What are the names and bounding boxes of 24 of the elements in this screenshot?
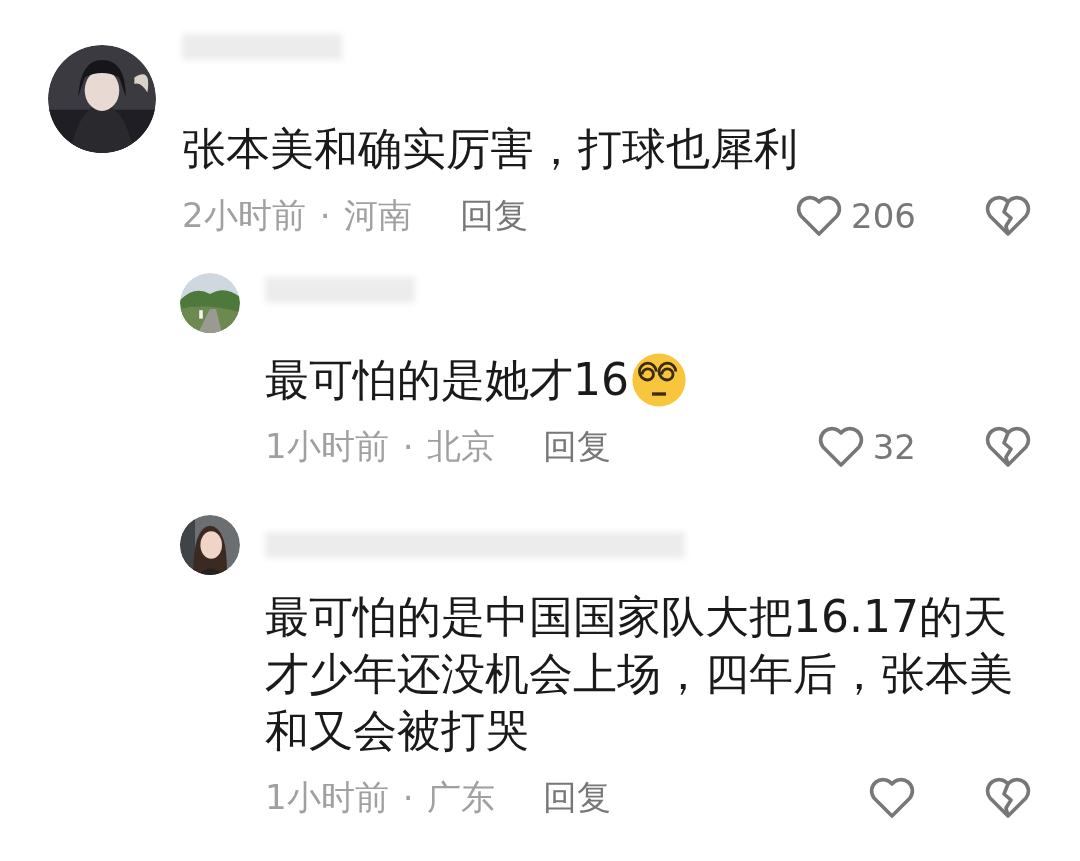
reply-link[interactable]: 回复 <box>543 424 612 470</box>
comment-time: 1小时前 <box>265 776 389 819</box>
separator-dot: · <box>402 427 414 467</box>
comment-location: 河南 <box>344 194 413 237</box>
reply-link[interactable]: 回复 <box>543 775 612 821</box>
comment-text: 最可怕的是她才16 <box>265 353 629 407</box>
broken-heart-icon[interactable] <box>984 776 1032 820</box>
heart-icon <box>868 776 916 820</box>
separator-dot: · <box>319 196 331 236</box>
separator-dot: · <box>402 778 414 818</box>
comment-text: 张本美和确实厉害，打球也犀利 <box>182 122 798 176</box>
like-button[interactable] <box>868 776 916 820</box>
comment-location: 北京 <box>427 425 496 468</box>
comment-time: 2小时前 <box>182 194 306 237</box>
heart-icon <box>795 194 844 238</box>
heart-icon <box>816 425 865 469</box>
broken-heart-icon[interactable] <box>984 194 1032 238</box>
like-button[interactable]: 206 <box>795 194 916 238</box>
reply-link[interactable]: 回复 <box>460 193 529 239</box>
comment-text: 最可怕的是中国国家队大把16.17的天才少年还没机会上场，四年后，张本美和又会被打哭 <box>265 590 1014 758</box>
like-button[interactable]: 32 <box>816 425 916 469</box>
broken-heart-icon[interactable] <box>984 425 1032 469</box>
comment-time: 1小时前 <box>265 425 389 468</box>
comment-location: 广东 <box>427 776 496 819</box>
